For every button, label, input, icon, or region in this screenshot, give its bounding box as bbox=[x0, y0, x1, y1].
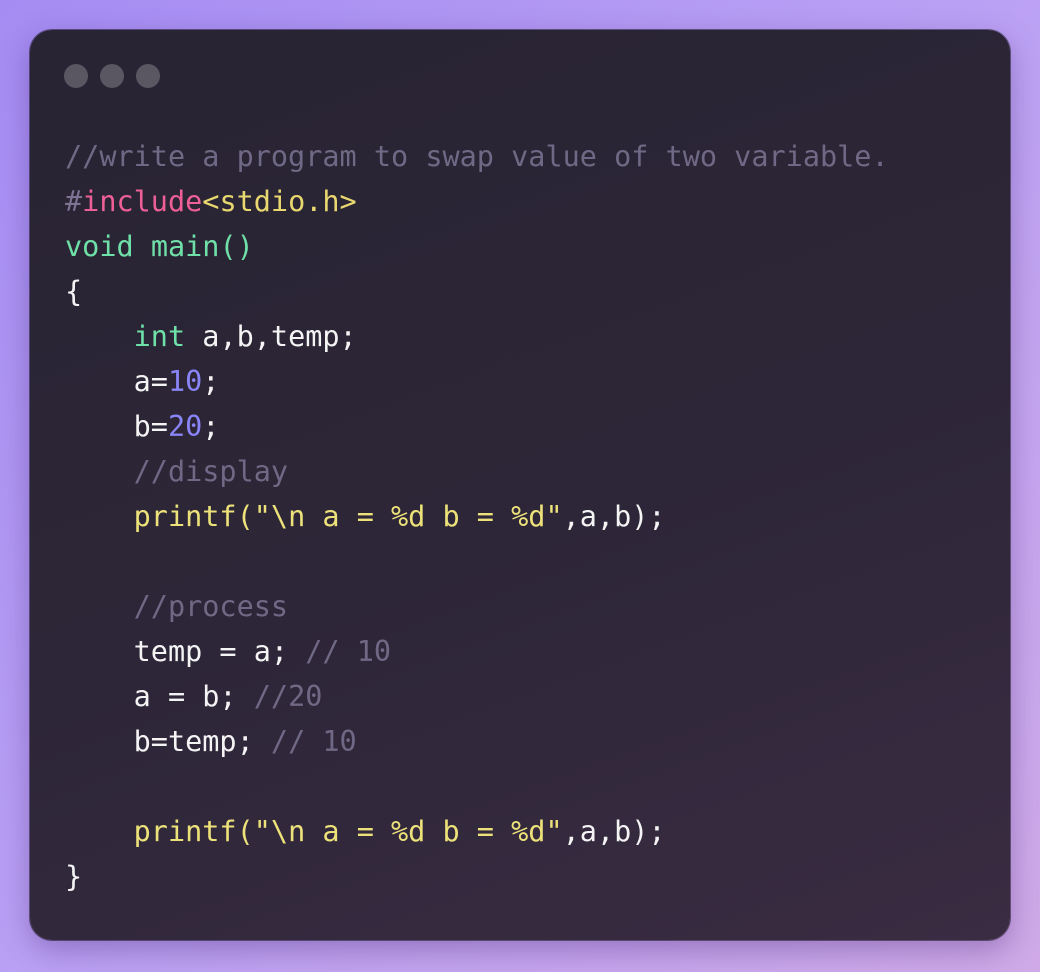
code-line: } bbox=[65, 854, 889, 899]
code-token-plain: } bbox=[65, 860, 83, 893]
code-line: void main() bbox=[65, 224, 889, 269]
code-line: #include<stdio.h> bbox=[65, 179, 889, 224]
close-dot-icon[interactable] bbox=[64, 64, 88, 88]
code-token-comment: //20 bbox=[253, 680, 323, 713]
code-token-comment: // 10 bbox=[270, 725, 357, 758]
code-line: b=temp; // 10 bbox=[65, 719, 889, 764]
code-token-plain: ,a,b); bbox=[562, 500, 666, 533]
code-token-plain: ; bbox=[202, 365, 220, 398]
minimize-dot-icon[interactable] bbox=[100, 64, 124, 88]
code-token-func: printf("\n a = %d b = %d" bbox=[133, 815, 563, 848]
code-token-comment: //process bbox=[133, 590, 289, 623]
code-block: //write a program to swap value of two v… bbox=[65, 134, 889, 899]
code-line: a = b; //20 bbox=[65, 674, 889, 719]
code-line: //display bbox=[65, 449, 889, 494]
code-line: a=10; bbox=[65, 359, 889, 404]
code-token-plain: b=temp; bbox=[65, 725, 271, 758]
code-token-comment: //display bbox=[133, 455, 289, 488]
code-token-plain: a= bbox=[65, 365, 168, 398]
code-line: printf("\n a = %d b = %d",a,b); bbox=[65, 494, 889, 539]
code-token-type: int bbox=[133, 320, 186, 353]
code-token-funcdef: main() bbox=[150, 230, 254, 263]
code-line: temp = a; // 10 bbox=[65, 629, 889, 674]
code-token-plain: b= bbox=[65, 410, 168, 443]
code-token-plain: temp = a; bbox=[65, 635, 306, 668]
code-line: printf("\n a = %d b = %d",a,b); bbox=[65, 809, 889, 854]
code-token-comment: // 10 bbox=[305, 635, 392, 668]
code-line: int a,b,temp; bbox=[65, 314, 889, 359]
code-token-comment: //write a program to swap value of two v… bbox=[65, 140, 889, 173]
window-controls bbox=[64, 64, 160, 88]
code-token-number: 10 bbox=[167, 365, 203, 398]
code-token-directive: include bbox=[82, 185, 203, 218]
code-token-type: void bbox=[65, 230, 134, 263]
code-token-number: 20 bbox=[167, 410, 203, 443]
code-line: //process bbox=[65, 584, 889, 629]
code-token-plain: ,a,b); bbox=[562, 815, 666, 848]
code-token-header: <stdio.h> bbox=[202, 185, 357, 218]
code-line: { bbox=[65, 269, 889, 314]
code-line: b=20; bbox=[65, 404, 889, 449]
code-token-plain: a,b,temp; bbox=[185, 320, 357, 353]
code-token-plain: a = b; bbox=[65, 680, 254, 713]
code-window: //write a program to swap value of two v… bbox=[30, 30, 1010, 940]
code-token-plain: { bbox=[65, 275, 83, 308]
code-token-hash: # bbox=[65, 185, 83, 218]
code-line: //write a program to swap value of two v… bbox=[65, 134, 889, 179]
code-token-plain: ; bbox=[202, 410, 220, 443]
maximize-dot-icon[interactable] bbox=[136, 64, 160, 88]
code-token-func: printf("\n a = %d b = %d" bbox=[133, 500, 563, 533]
